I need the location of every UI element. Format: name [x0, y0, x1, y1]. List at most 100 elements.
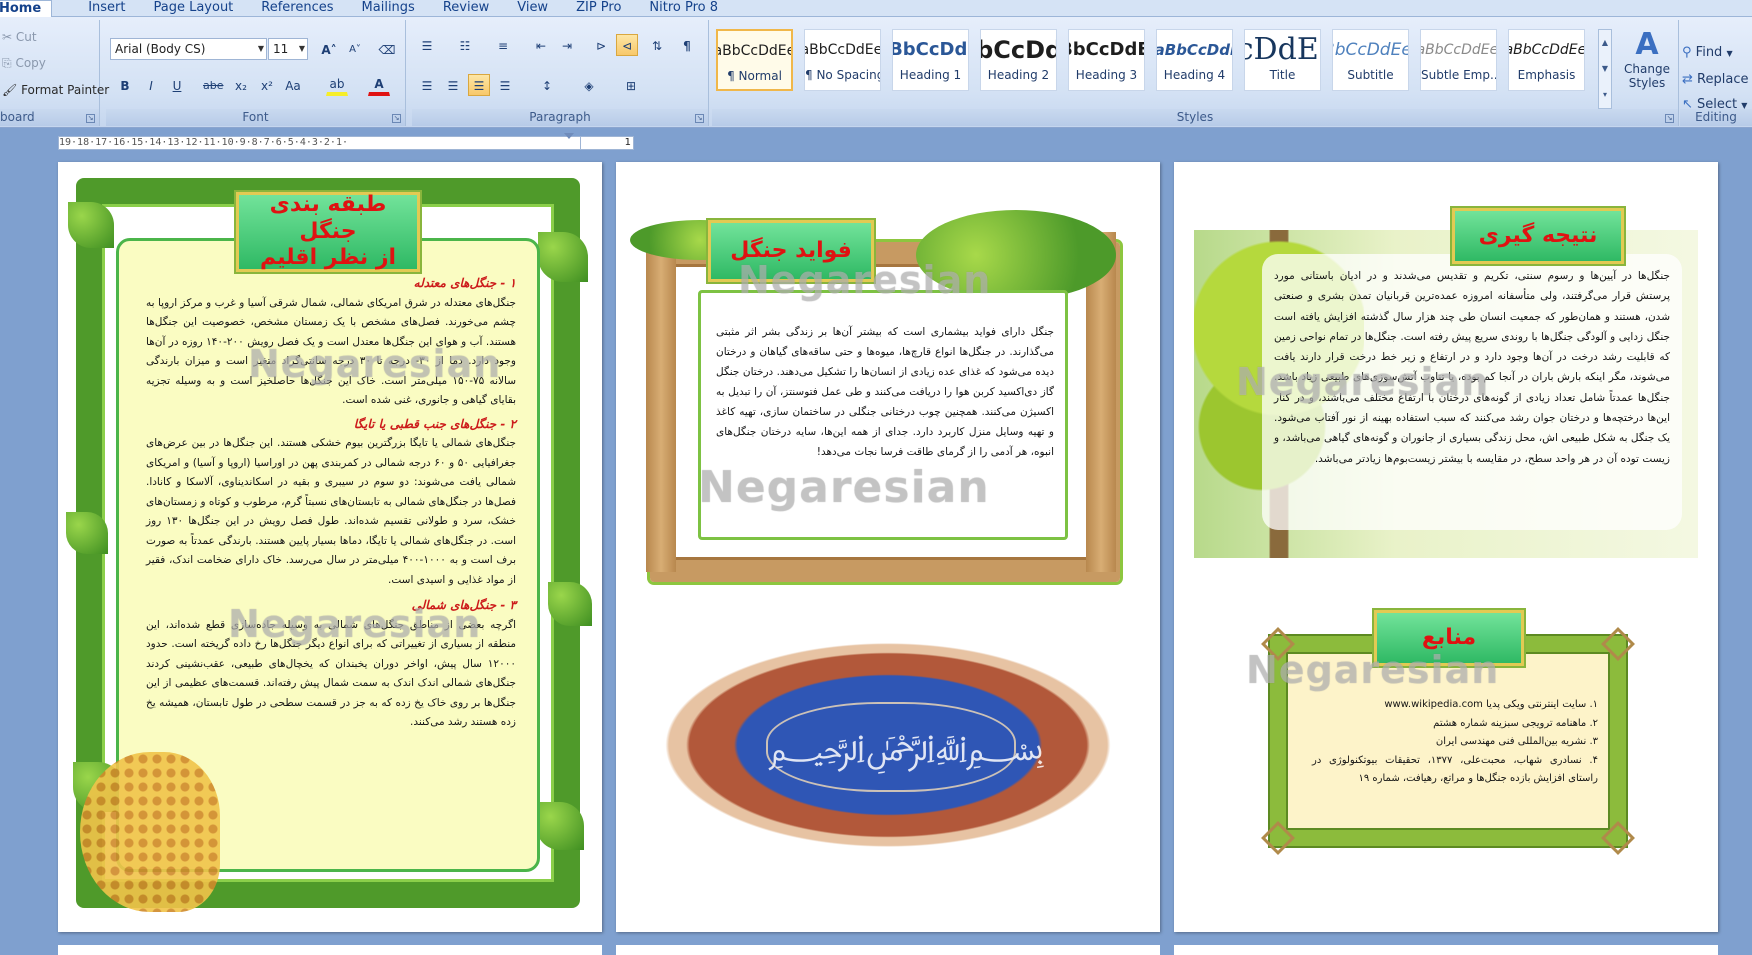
scissors-icon: ✂ [2, 30, 13, 44]
body-text: جنگل‌ها در آیین‌ها و رسوم سنتی، تکریم و … [1274, 266, 1670, 469]
clipboard-launcher-icon[interactable]: ↘ [86, 114, 95, 123]
font-family-select[interactable]: Arial (Body CS) ▼ [110, 38, 267, 60]
bold-button[interactable]: B [114, 74, 136, 96]
chevron-down-icon: ▼ [1726, 49, 1733, 58]
style-subtitle[interactable]: AaBbCcDdEe Subtitle [1332, 29, 1409, 91]
page-2: فواید جنگل جنگل دارای فواید بیشماری است … [616, 162, 1160, 932]
font-size-select[interactable]: 11 ▼ [268, 38, 308, 60]
underline-button[interactable]: U [166, 74, 188, 96]
more-icon[interactable]: ▾ [1599, 82, 1611, 108]
rtl-icon[interactable]: ⊲ [616, 34, 638, 56]
increase-indent-icon[interactable]: ⇥ [556, 34, 578, 56]
wooden-post [646, 232, 676, 572]
decrease-indent-icon[interactable]: ⇤ [530, 34, 552, 56]
grow-font-button[interactable]: A˄ [318, 38, 340, 60]
ltr-icon[interactable]: ⊳ [590, 34, 612, 56]
paragraph: جنگل‌های شمالی یا تایگا بزرگترین بیوم خش… [146, 437, 516, 586]
references-list: ۱. سایت اینترنتی ویکی پدیا www.wikipedia… [1312, 696, 1598, 789]
tab-nitro-pro[interactable]: Nitro Pro 8 [635, 0, 732, 17]
style-title[interactable]: AaBbCcDdEe Title [1244, 29, 1321, 91]
styles-scroll[interactable]: ▲ ▼ ▾ [1598, 29, 1612, 109]
cut-button[interactable]: ✂ Cut [2, 30, 37, 44]
justify-icon[interactable]: ☰ [494, 74, 516, 96]
multilevel-list-icon[interactable]: ≡ [492, 34, 514, 56]
find-button[interactable]: ⚲ Find ▼ [1682, 45, 1733, 60]
page-5-top [616, 945, 1160, 955]
shading-icon[interactable]: ◈ [578, 74, 600, 96]
ribbon: ✂ Cut ⎘ Copy 🖌 Format Painter board ↘ Ar… [0, 17, 1752, 128]
change-case-button[interactable]: Aa [282, 74, 304, 96]
font-launcher-icon[interactable]: ↘ [392, 114, 401, 123]
calligraphy-ornament: ﷽ [766, 702, 1044, 792]
clear-formatting-icon[interactable]: ⌫ [376, 38, 398, 60]
format-painter-button[interactable]: 🖌 Format Painter [2, 83, 109, 97]
align-center-icon[interactable]: ☰ [442, 74, 464, 96]
paragraph-launcher-icon[interactable]: ↘ [695, 114, 704, 123]
decorative-leaf-icon [536, 802, 584, 850]
strikethrough-button[interactable]: abe [202, 74, 225, 96]
tab-zip-pro[interactable]: ZIP Pro [562, 0, 635, 17]
ribbon-tabs: Home Insert Page Layout References Maili… [0, 0, 1752, 17]
change-styles-icon: A [1635, 27, 1659, 62]
styles-group: AaBbCcDdEe ¶ Normal AaBbCcDdEe ¶ No Spac… [712, 20, 1679, 126]
indent-marker[interactable] [564, 133, 574, 153]
references-title: منابع [1374, 610, 1524, 666]
leopard-illustration [80, 752, 220, 912]
tab-review[interactable]: Review [429, 0, 503, 17]
page-6-top [1174, 945, 1718, 955]
chevron-down-icon[interactable]: ▼ [1599, 56, 1611, 82]
paragraph-group: ☰ ☷ ≡ ⇤ ⇥ ⊳ ⊲ ⇅ ¶ ☰ ☰ ☰ ☰ ↕ ◈ ⊞ Paragrap… [412, 20, 709, 126]
superscript-button[interactable]: x² [256, 74, 278, 96]
section-heading: ۲ - جنگل‌های جنب قطبی یا تایگا [353, 416, 516, 431]
style-heading-3[interactable]: AaBbCcDdEe Heading 3 [1068, 29, 1145, 91]
align-right-icon[interactable]: ☰ [468, 74, 490, 96]
chevron-down-icon: ▼ [257, 44, 264, 53]
tab-home[interactable]: Home [0, 0, 53, 17]
tab-mailings[interactable]: Mailings [348, 0, 429, 17]
italic-button[interactable]: I [140, 74, 162, 96]
replace-icon: ⇄ [1682, 72, 1693, 87]
show-marks-button[interactable]: ¶ [676, 34, 698, 56]
styles-label: Styles [712, 109, 1678, 126]
style-subtle-emphasis[interactable]: AaBbCcDdEe Subtle Emp... [1420, 29, 1497, 91]
style-emphasis[interactable]: AaBbCcDdEe Emphasis [1508, 29, 1585, 91]
page-title: نتیجه گیری [1452, 208, 1624, 264]
section-heading: ۳ - جنگل‌های شمالی [411, 598, 516, 612]
change-styles-button[interactable]: A Change Styles [1618, 27, 1676, 91]
page-title: فواید جنگل [708, 220, 874, 282]
numbering-icon[interactable]: ☷ [454, 34, 476, 56]
decorative-leaf-icon [66, 512, 108, 554]
sort-icon[interactable]: ⇅ [646, 34, 668, 56]
font-group: Arial (Body CS) ▼ 11 ▼ A˄ A˅ ⌫ B I U abe x… [106, 20, 406, 126]
styles-launcher-icon[interactable]: ↘ [1665, 114, 1674, 123]
replace-button[interactable]: ⇄ Replace [1682, 72, 1748, 87]
style-normal[interactable]: AaBbCcDdEe ¶ Normal [716, 29, 793, 91]
horizontal-ruler[interactable]: 19·18·17·16·15·14·13·12·11·10·9·8·7·6·5·… [58, 136, 604, 150]
line-spacing-icon[interactable]: ↕ [536, 74, 558, 96]
shrink-font-button[interactable]: A˅ [344, 38, 366, 60]
list-item: ۲. ماهنامه ترویجی سبزینه شماره هشتم [1433, 717, 1598, 729]
borders-icon[interactable]: ⊞ [620, 74, 642, 96]
copy-icon: ⎘ [2, 56, 12, 70]
list-item: ۴. نسادری شهاب، محبت‌علی، ۱۳۷۷، تحقیقات … [1312, 754, 1598, 785]
highlight-button[interactable]: ab [326, 74, 348, 96]
bullets-icon[interactable]: ☰ [416, 34, 438, 56]
tab-insert[interactable]: Insert [74, 0, 139, 17]
style-heading-1[interactable]: AaBbCcDdEe Heading 1 [892, 29, 969, 91]
align-left-icon[interactable]: ☰ [416, 74, 438, 96]
page-4-top [58, 945, 602, 955]
subscript-button[interactable]: x₂ [230, 74, 252, 96]
style-heading-2[interactable]: AaBbCcDdEe Heading 2 [980, 29, 1057, 91]
copy-button[interactable]: ⎘ Copy [2, 56, 46, 71]
tab-view[interactable]: View [503, 0, 562, 17]
binoculars-icon: ⚲ [1682, 45, 1692, 60]
tab-page-layout[interactable]: Page Layout [139, 0, 247, 17]
chevron-up-icon[interactable]: ▲ [1599, 30, 1611, 56]
tab-references[interactable]: References [247, 0, 347, 17]
clipboard-group: ✂ Cut ⎘ Copy 🖌 Format Painter board ↘ [0, 20, 109, 126]
clipboard-label: board [0, 109, 99, 126]
style-no-spacing[interactable]: AaBbCcDdEe ¶ No Spacing [804, 29, 881, 91]
style-heading-4[interactable]: AaBbCcDdEe Heading 4 [1156, 29, 1233, 91]
font-color-button[interactable]: A [368, 74, 390, 96]
section-heading: ۱ - جنگل‌های معتدله [413, 276, 516, 290]
